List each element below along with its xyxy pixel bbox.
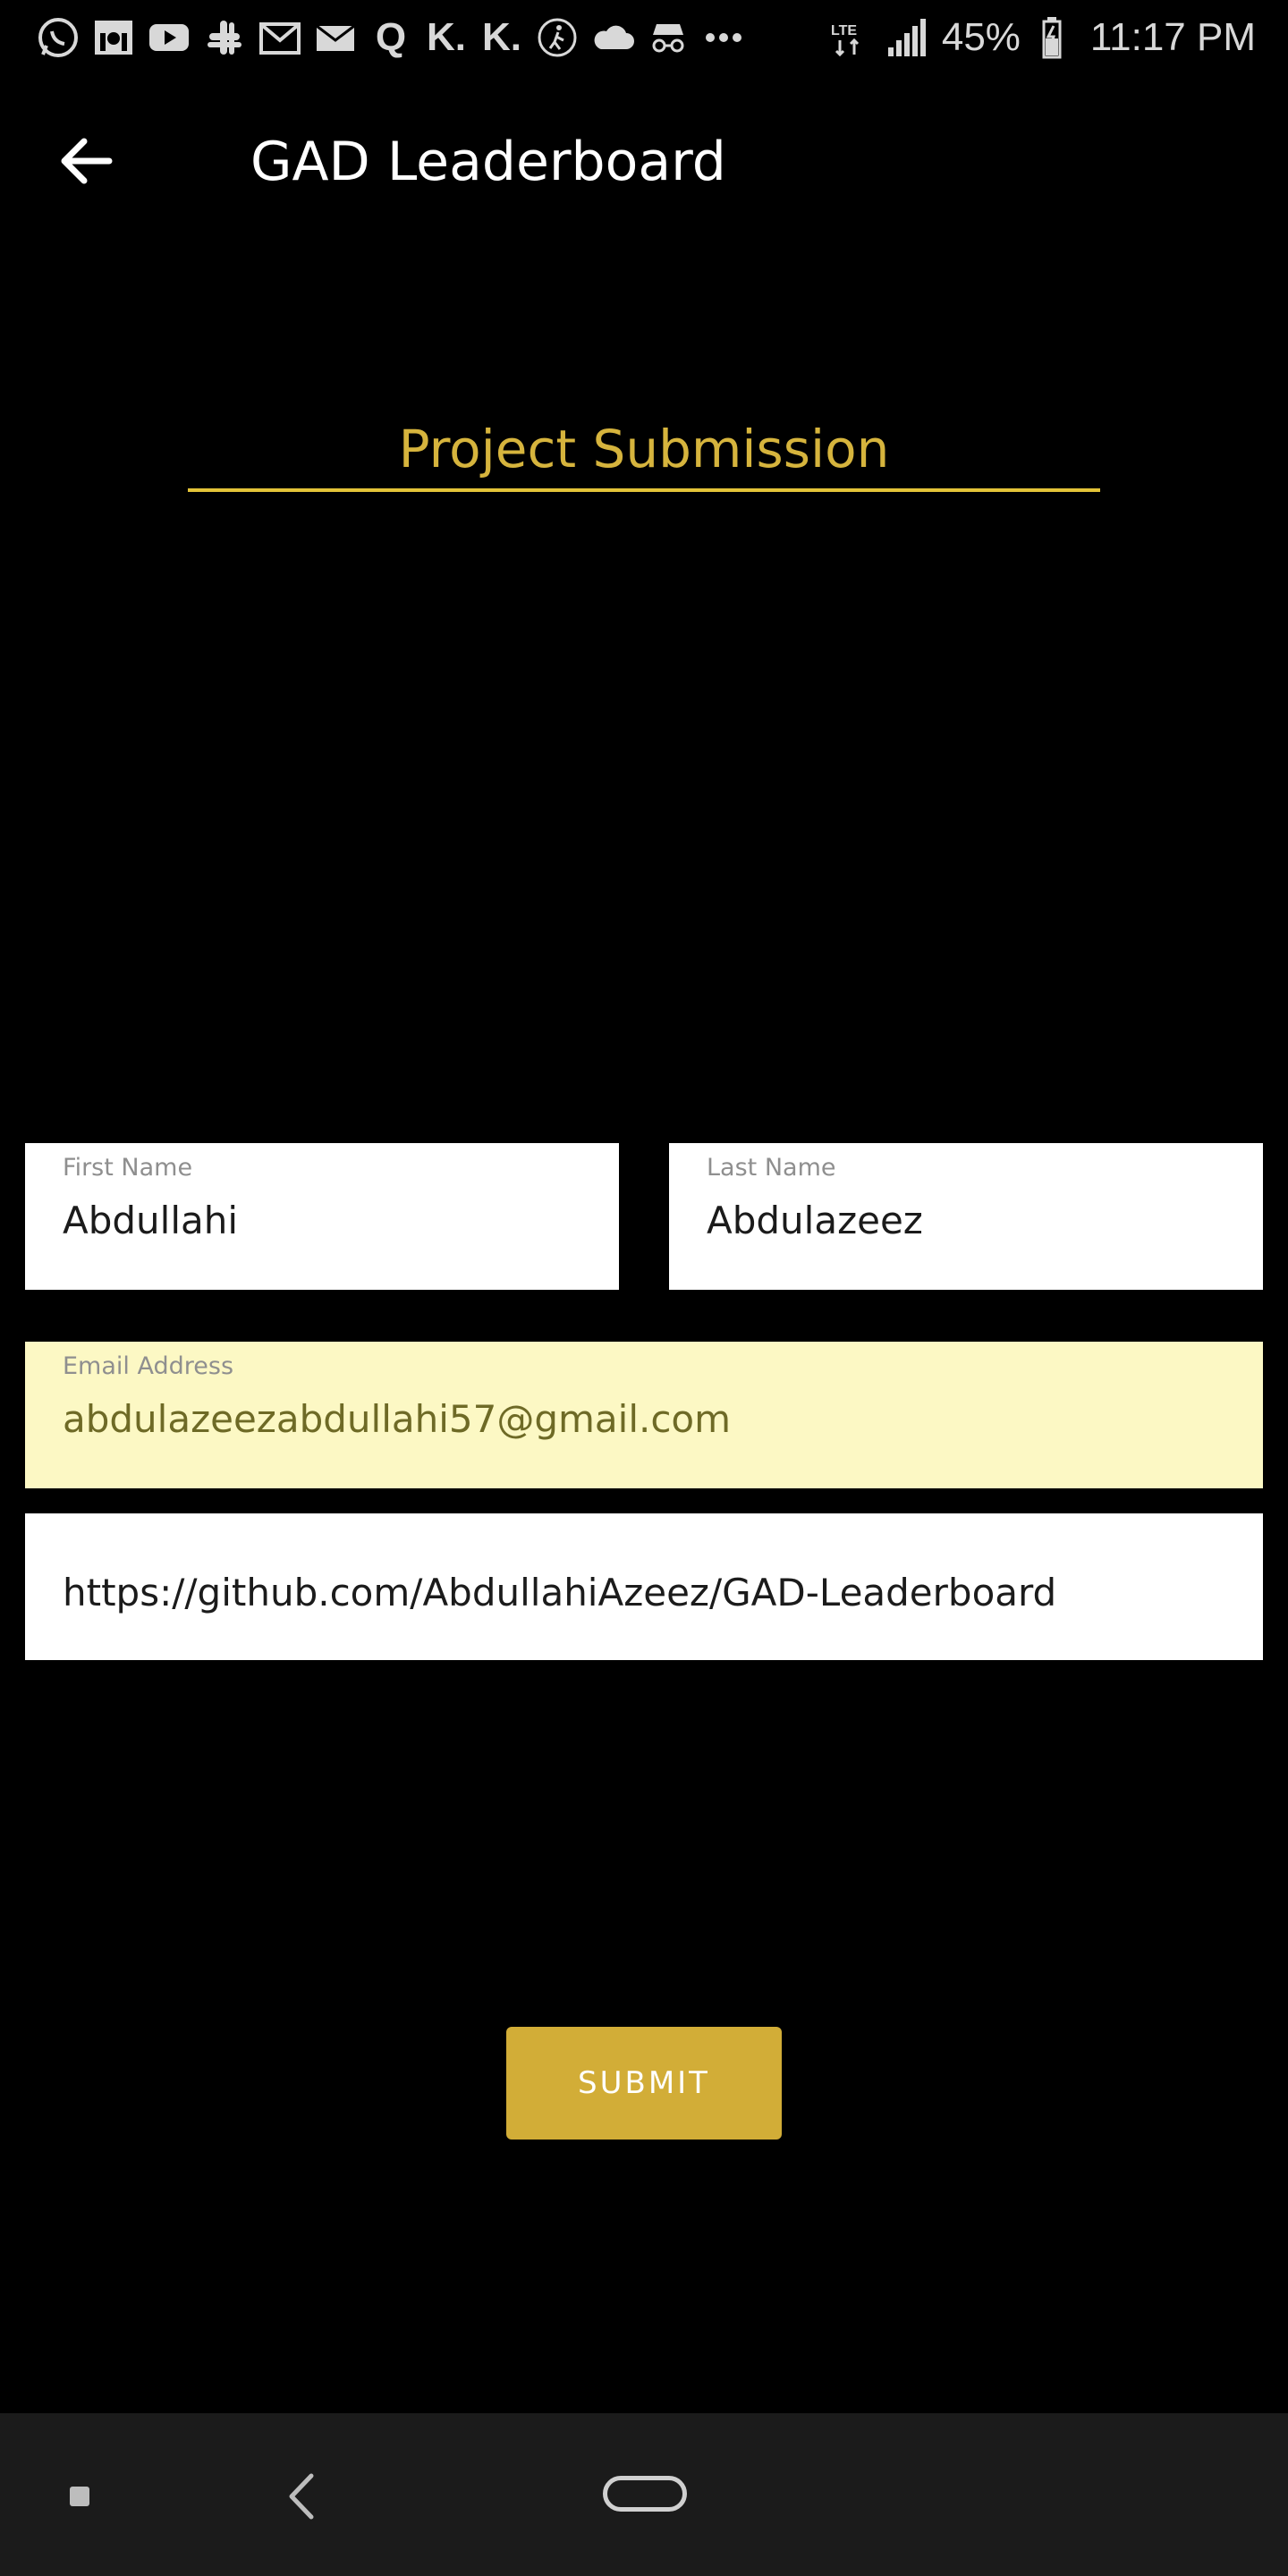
last-name-field[interactable]: Last Name Abdulazeez	[669, 1143, 1263, 1290]
signal-icon	[885, 15, 929, 60]
submit-label: SUBMIT	[578, 2065, 710, 2101]
home-button-icon[interactable]	[603, 2476, 687, 2512]
app-bar: GAD Leaderboard	[0, 89, 1288, 242]
more-dots-icon	[701, 15, 746, 60]
gmail-icon	[258, 15, 302, 60]
last-name-value[interactable]: Abdulazeez	[707, 1199, 923, 1242]
submit-button[interactable]: SUBMIT	[506, 2027, 782, 2140]
github-link-value[interactable]: https://github.com/AbdullahiAzeez/GAD-Le…	[63, 1571, 1056, 1614]
k-icon: K.	[427, 15, 466, 59]
first-name-label: First Name	[63, 1154, 193, 1182]
battery-charging-icon	[1033, 15, 1078, 60]
lte-icon: LTE	[827, 15, 872, 60]
github-link-field[interactable]: https://github.com/AbdullahiAzeez/GAD-Le…	[25, 1513, 1263, 1660]
whatsapp-icon	[36, 15, 80, 60]
last-name-label: Last Name	[707, 1154, 836, 1182]
walk-icon	[535, 15, 580, 60]
clock: 11:17 PM	[1089, 15, 1256, 59]
recent-apps-icon[interactable]	[70, 2487, 89, 2506]
email-value[interactable]: abdulazeezabdullahi57@gmail.com	[63, 1397, 731, 1441]
section-heading: Project Submission	[188, 411, 1100, 492]
email-field[interactable]: Email Address abdulazeezabdullahi57@gmai…	[25, 1342, 1263, 1488]
first-name-field[interactable]: First Name Abdullahi	[25, 1143, 619, 1290]
back-arrow-icon[interactable]	[54, 129, 118, 193]
cloud-icon	[590, 15, 635, 60]
battery-percent: 45%	[941, 15, 1021, 59]
notification-icons: Q K. K.	[36, 13, 746, 63]
nav-back-icon[interactable]	[283, 2469, 318, 2524]
k-icon: K.	[482, 15, 521, 59]
incognito-icon	[646, 15, 691, 60]
section-title: Project Submission	[398, 419, 890, 479]
quora-icon: Q	[375, 15, 407, 59]
mail-icon	[313, 15, 358, 60]
svg-text:LTE: LTE	[831, 23, 857, 38]
youtube-icon	[147, 15, 191, 60]
mosque-icon	[91, 15, 136, 60]
slack-icon	[202, 15, 247, 60]
first-name-value[interactable]: Abdullahi	[63, 1199, 238, 1242]
app-title: GAD Leaderboard	[250, 131, 726, 193]
system-status: LTE 45% 11:17 PM	[827, 13, 1256, 63]
screen: Q K. K. LTE 45% 11:17 PM GAD Leaderboard…	[0, 0, 1288, 2576]
email-label: Email Address	[63, 1352, 234, 1380]
status-bar: Q K. K. LTE 45% 11:17 PM	[0, 0, 1288, 75]
navigation-bar	[0, 2413, 1288, 2576]
